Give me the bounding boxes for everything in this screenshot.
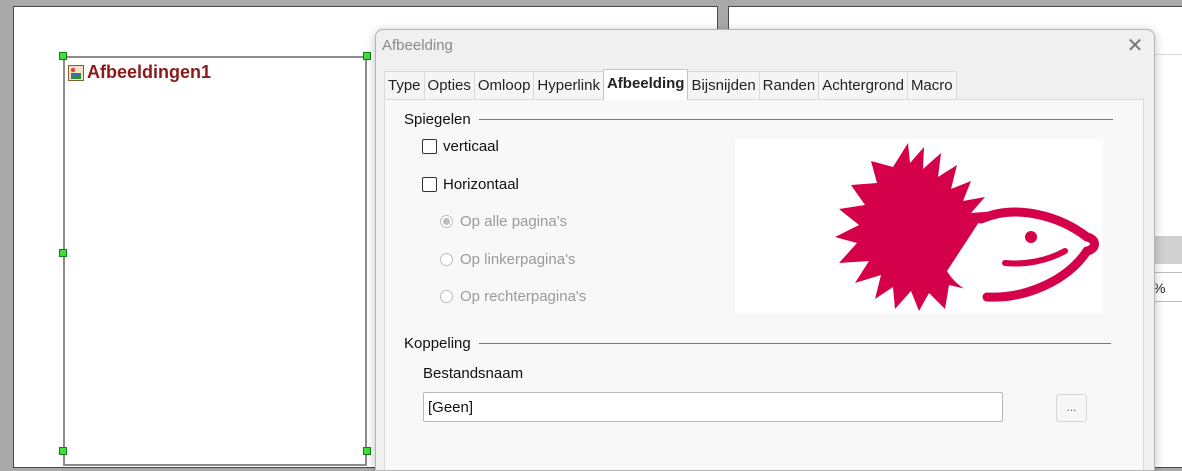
- resize-handle-top-right[interactable]: [363, 52, 371, 60]
- radio-all-pages-circle[interactable]: [440, 215, 453, 228]
- resize-handle-bottom-left[interactable]: [59, 447, 67, 455]
- vertical-checkbox-box[interactable]: [422, 139, 437, 154]
- tab-type[interactable]: Type: [384, 71, 425, 100]
- filename-field[interactable]: [Geen]: [423, 392, 1003, 422]
- image-object-icon: [68, 64, 84, 81]
- tab-macro[interactable]: Macro: [906, 71, 957, 100]
- tab-omloop[interactable]: Omloop: [473, 71, 535, 100]
- tab-bar: Type Opties Omloop Hyperlink Afbeelding …: [384, 69, 957, 100]
- tab-randen[interactable]: Randen: [758, 71, 820, 100]
- resize-handle-top-left[interactable]: [59, 52, 67, 60]
- browse-button[interactable]: ...: [1056, 394, 1087, 422]
- filename-label: Bestandsnaam: [423, 365, 524, 382]
- image-object-label: Afbeeldingen1: [68, 62, 211, 83]
- image-object-name: Afbeeldingen1: [87, 62, 212, 82]
- link-section-heading: Koppeling: [404, 335, 1124, 352]
- radio-left-pages[interactable]: Op linkerpagina's: [440, 251, 575, 268]
- mirror-divider: [478, 119, 1113, 120]
- link-heading: Koppeling: [404, 335, 471, 352]
- image-dialog: Afbeelding ✕ Type Opties Omloop Hyperlin…: [375, 29, 1155, 471]
- dialog-title: Afbeelding: [382, 37, 453, 54]
- horizontal-checkbox-box[interactable]: [422, 177, 437, 192]
- resize-handle-left[interactable]: [59, 249, 67, 257]
- tab-hyperlink[interactable]: Hyperlink: [533, 71, 604, 100]
- close-icon[interactable]: ✕: [1122, 34, 1148, 60]
- tab-afbeelding[interactable]: Afbeelding: [602, 69, 689, 100]
- vertical-checkbox-label: verticaal: [443, 138, 499, 155]
- radio-right-pages[interactable]: Op rechterpagina's: [440, 288, 586, 305]
- mirror-heading: Spiegelen: [404, 111, 471, 128]
- hedgehog-logo-icon: [835, 143, 1099, 311]
- dialog-titlebar: Afbeelding ✕: [376, 30, 1154, 62]
- mirror-section-heading: Spiegelen: [404, 111, 1124, 128]
- horizontal-checkbox-label: Horizontaal: [443, 176, 519, 193]
- image-frame[interactable]: [63, 56, 367, 466]
- radio-left-pages-label: Op linkerpagina's: [460, 251, 576, 268]
- resize-handle-bottom-right[interactable]: [363, 447, 371, 455]
- image-preview: [735, 139, 1103, 313]
- tab-achtergrond[interactable]: Achtergrond: [818, 71, 908, 100]
- radio-right-pages-label: Op rechterpagina's: [460, 288, 587, 305]
- tab-bijsnijden[interactable]: Bijsnijden: [687, 71, 760, 100]
- radio-all-pages-label: Op alle pagina's: [460, 213, 568, 230]
- radio-right-pages-circle[interactable]: [440, 290, 453, 303]
- link-divider: [478, 343, 1111, 344]
- tab-opties[interactable]: Opties: [423, 71, 475, 100]
- radio-left-pages-circle[interactable]: [440, 253, 453, 266]
- vertical-checkbox[interactable]: verticaal: [422, 138, 499, 155]
- radio-all-pages[interactable]: Op alle pagina's: [440, 213, 567, 230]
- horizontal-checkbox[interactable]: Horizontaal: [422, 176, 519, 193]
